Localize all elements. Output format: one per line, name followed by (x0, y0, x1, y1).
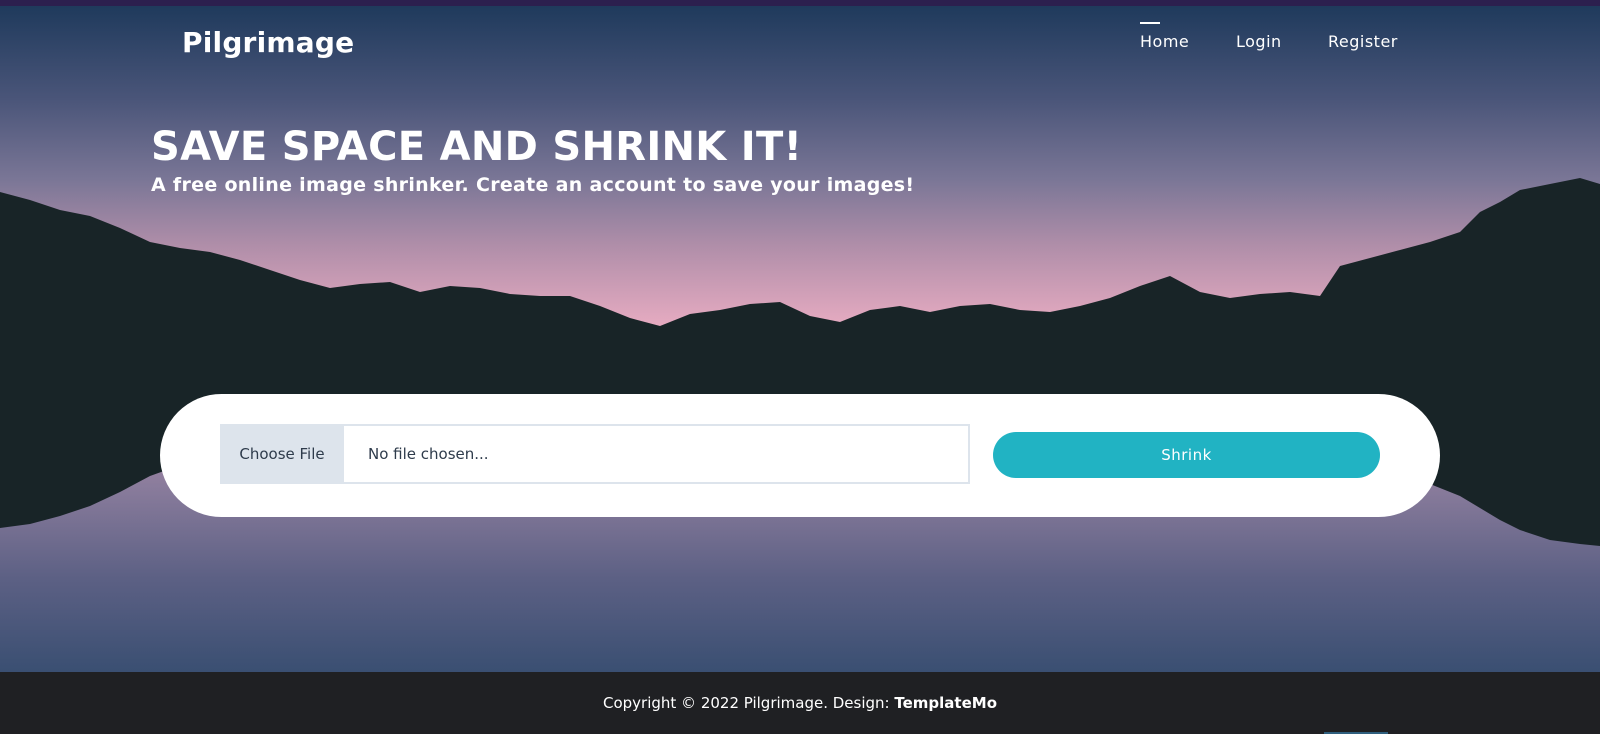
hero-background (0, 6, 1600, 672)
brand-logo[interactable]: Pilgrimage (182, 26, 354, 59)
copyright-text: Copyright © 2022 Pilgrimage. Design: (602, 694, 895, 712)
hero-subline: A free online image shrinker. Create an … (151, 174, 915, 196)
navbar: Pilgrimage Home Login Register (0, 6, 1600, 76)
footer: Copyright © 2022 Pilgrimage. Design: Tem… (0, 672, 1600, 734)
upload-form: Choose File No file chosen... Shrink (160, 394, 1440, 517)
footer-copyright: Copyright © 2022 Pilgrimage. Design: Tem… (0, 694, 1600, 712)
nav-login-link[interactable]: Login (1236, 32, 1282, 51)
nav-register-link[interactable]: Register (1328, 32, 1398, 51)
templatemo-link[interactable]: TemplateMo (894, 694, 997, 712)
hero-headline: SAVE SPACE AND SHRINK IT! (151, 124, 803, 170)
nav-active-indicator (1140, 22, 1160, 24)
mountain-silhouette (0, 178, 1600, 546)
file-input[interactable]: Choose File No file chosen... (220, 424, 970, 484)
shrink-button[interactable]: Shrink (993, 432, 1380, 478)
file-status-text: No file chosen... (368, 445, 489, 463)
nav-home-link[interactable]: Home (1140, 32, 1189, 51)
choose-file-button[interactable]: Choose File (222, 426, 344, 482)
